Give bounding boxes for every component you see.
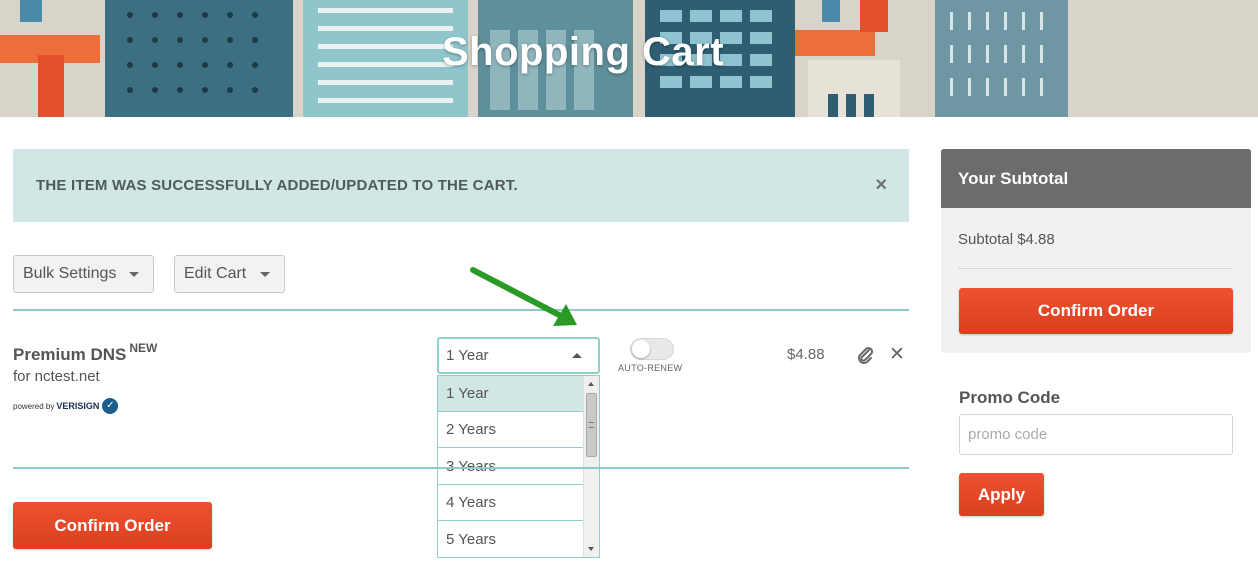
edit-cart-button[interactable]: Edit Cart xyxy=(174,255,285,293)
divider xyxy=(13,467,909,469)
caret-down-icon xyxy=(129,272,139,277)
term-option[interactable]: 1 Year xyxy=(438,376,583,412)
powered-by-text: powered by xyxy=(13,401,55,411)
green-arrow-icon xyxy=(470,267,577,326)
toggle-knob xyxy=(632,340,650,358)
paperclip-icon[interactable] xyxy=(855,345,875,365)
verisign-text: VERISIGN xyxy=(56,401,100,411)
subtotal-header: Your Subtotal xyxy=(941,149,1251,208)
page-title: Shopping Cart xyxy=(441,30,725,74)
product-name: Premium DNS NEW xyxy=(13,341,157,365)
close-icon[interactable]: × xyxy=(875,174,887,197)
term-selected-value: 1 Year xyxy=(446,347,489,364)
success-alert: THE ITEM WAS SUCCESSFULLY ADDED/UPDATED … xyxy=(13,149,909,222)
remove-item-icon[interactable]: ✕ xyxy=(889,343,905,366)
verisign-check-icon: ✓ xyxy=(102,398,119,414)
scroll-thumb[interactable] xyxy=(586,393,597,457)
caret-up-icon xyxy=(572,353,582,358)
grip-icon xyxy=(589,422,594,428)
product-domain: for nctest.net xyxy=(13,368,100,385)
promo-code-input[interactable] xyxy=(959,414,1233,455)
bulk-settings-label: Bulk Settings xyxy=(23,265,117,282)
edit-cart-label: Edit Cart xyxy=(184,265,247,282)
term-option[interactable]: 2 Years xyxy=(438,412,583,448)
promo-code-label: Promo Code xyxy=(959,388,1061,407)
bulk-settings-button[interactable]: Bulk Settings xyxy=(13,255,154,293)
subtotal-value: Subtotal $4.88 xyxy=(958,231,1055,248)
new-badge: NEW xyxy=(129,341,158,355)
divider xyxy=(958,268,1233,269)
sidebar-confirm-order-button[interactable]: Confirm Order xyxy=(959,288,1233,334)
caret-down-icon xyxy=(260,272,270,277)
hero-banner: Shopping Cart xyxy=(0,0,1258,117)
divider xyxy=(13,309,909,311)
confirm-order-button[interactable]: Confirm Order xyxy=(13,502,212,549)
term-option[interactable]: 4 Years xyxy=(438,485,583,521)
powered-by-verisign-logo: powered by VERISIGN ✓ xyxy=(13,397,119,415)
auto-renew-label: AUTO-RENEW xyxy=(618,363,683,373)
product-title: Premium DNS xyxy=(13,345,127,364)
term-select[interactable]: 1 Year xyxy=(437,337,600,374)
item-price: $4.88 xyxy=(787,346,825,363)
scroll-up-icon[interactable] xyxy=(588,382,594,386)
scroll-down-icon[interactable] xyxy=(588,547,594,551)
alert-message: THE ITEM WAS SUCCESSFULLY ADDED/UPDATED … xyxy=(36,177,518,194)
auto-renew-toggle[interactable] xyxy=(630,338,674,360)
term-option[interactable]: 5 Years xyxy=(438,522,583,557)
apply-promo-button[interactable]: Apply xyxy=(959,473,1044,516)
